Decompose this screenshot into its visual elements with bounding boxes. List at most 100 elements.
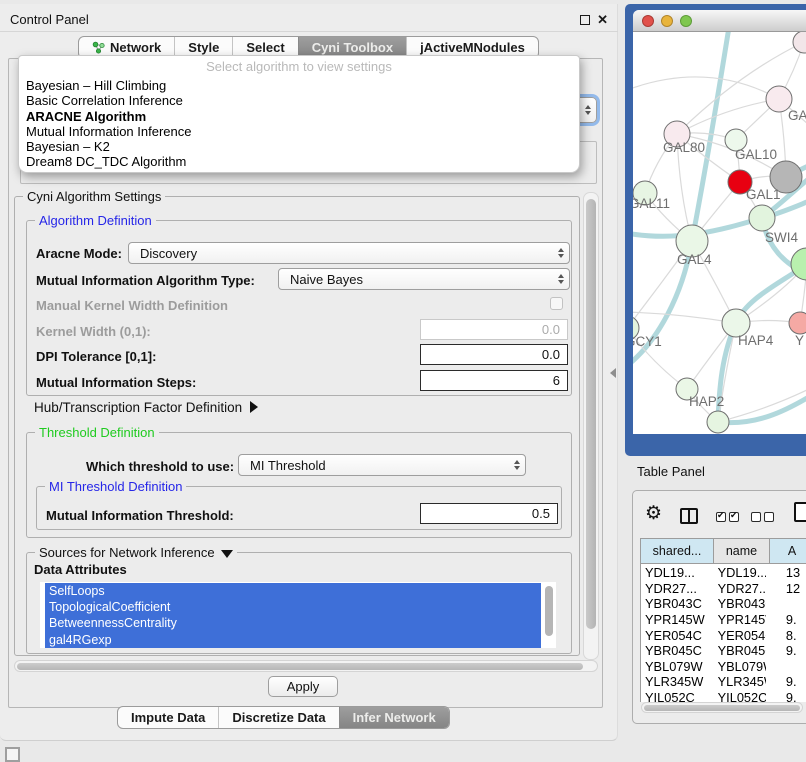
algorithm-options: Bayesian – Hill ClimbingBasic Correlatio… [19, 78, 579, 170]
dpi-tolerance-field[interactable]: 0.0 [420, 344, 568, 365]
table-horizontal-scrollbar-thumb[interactable] [644, 705, 800, 712]
table-row[interactable]: YER054CYER054C8. [641, 627, 806, 643]
network-node[interactable] [793, 32, 806, 53]
algorithm-definition-title: Algorithm Definition [35, 213, 156, 228]
table-row[interactable]: YDL19...YDL19...13 [641, 565, 806, 581]
table-cell[interactable]: 12 [766, 581, 806, 596]
algorithm-option[interactable]: Bayesian – K2 [19, 139, 579, 154]
table-cell[interactable]: 8. [766, 628, 806, 643]
table-horizontal-scrollbar[interactable] [641, 702, 803, 713]
algorithm-option[interactable]: Dream8 DC_TDC Algorithm [19, 154, 579, 169]
network-graph[interactable]: GALGAL80GAL10GAL1GAL11GAL4SWI4HAP4YGCY1H… [633, 32, 806, 434]
unselect-all-checkboxes-icon[interactable] [751, 512, 761, 522]
algorithm-option[interactable]: Mutual Information Inference [19, 124, 579, 139]
close-panel-icon[interactable]: ✕ [597, 14, 608, 26]
zoom-window-icon[interactable] [680, 15, 692, 27]
which-threshold-combobox[interactable]: MI Threshold [238, 454, 526, 476]
mi-steps-field[interactable]: 6 [420, 370, 568, 391]
table-cell[interactable]: YBR043C [712, 596, 766, 611]
collapse-down-icon[interactable] [221, 550, 233, 558]
apply-button[interactable]: Apply [268, 676, 338, 697]
table-cell[interactable]: YPR145W [712, 612, 766, 627]
float-panel-icon[interactable] [580, 15, 590, 25]
table-cell[interactable]: YPR145W [641, 612, 712, 627]
table-cell[interactable]: 9. [766, 674, 806, 689]
tab-impute-data[interactable]: Impute Data [118, 707, 218, 728]
table-row[interactable]: YPR145WYPR145W9. [641, 612, 806, 628]
dock-panel-icon[interactable] [5, 747, 20, 762]
expand-right-icon[interactable] [250, 401, 258, 413]
column-header-a[interactable]: A [770, 539, 806, 564]
network-edge[interactable] [633, 312, 736, 323]
column-header-shared[interactable]: shared... [641, 539, 714, 564]
data-attributes-list[interactable]: SelfLoopsTopologicalCoefficientBetweenne… [40, 582, 556, 648]
data-attribute-item[interactable]: gal4RGexp [45, 632, 541, 648]
settings-horizontal-scrollbar[interactable] [14, 660, 598, 672]
table-row[interactable]: YDR27...YDR27...12 [641, 581, 806, 597]
select-all-checkboxes-icon[interactable] [729, 512, 739, 522]
hub-factor-section[interactable]: Hub/Transcription Factor Definition [34, 400, 258, 415]
document-icon[interactable] [794, 502, 806, 522]
panel-splitter-handle[interactable] [610, 368, 616, 378]
table-cell[interactable]: YER054C [641, 628, 712, 643]
algorithm-option[interactable]: Bayesian – Hill Climbing [19, 78, 579, 93]
network-edge[interactable] [677, 99, 779, 134]
table-cell[interactable]: YBR043C [641, 596, 712, 611]
network-edge[interactable] [633, 77, 779, 99]
network-node[interactable] [707, 411, 729, 433]
table-cell[interactable]: YBL079W [712, 659, 766, 674]
network-node-y[interactable] [789, 312, 806, 334]
column-header-name[interactable]: name [714, 539, 770, 564]
kernel-width-field[interactable]: 0.0 [420, 319, 568, 340]
mi-threshold-definition-title: MI Threshold Definition [45, 479, 186, 494]
close-window-icon[interactable] [642, 15, 654, 27]
table-cell[interactable]: YLR345W [641, 674, 712, 689]
network-canvas[interactable]: GALGAL80GAL10GAL1GAL11GAL4SWI4HAP4YGCY1H… [633, 32, 806, 434]
table-row[interactable]: YBR043CYBR043C [641, 596, 806, 612]
split-columns-icon[interactable] [680, 508, 698, 524]
table-cell[interactable]: YDL19... [712, 565, 766, 580]
minimize-window-icon[interactable] [661, 15, 673, 27]
network-node[interactable] [749, 205, 775, 231]
table-cell[interactable]: YIL052C [712, 690, 766, 702]
table-cell[interactable]: 9. [766, 643, 806, 658]
mi-algorithm-type-combobox[interactable]: Naive Bayes [278, 268, 570, 290]
table-cell[interactable]: YIL052C [641, 690, 712, 702]
table-cell[interactable]: YLR345W [712, 674, 766, 689]
table-cell[interactable]: YBL079W [641, 659, 712, 674]
table-cell[interactable]: YDR27... [641, 581, 712, 596]
data-attribute-item[interactable]: SelfLoops [45, 583, 541, 599]
gear-icon[interactable]: ⚙ [645, 504, 662, 524]
table-cell[interactable]: 9. [766, 612, 806, 627]
data-attribute-item[interactable]: TopologicalCoefficient [45, 599, 541, 615]
manual-kernel-width-checkbox[interactable] [550, 297, 563, 310]
tab-network-label: Network [110, 40, 161, 55]
table-cell[interactable]: YER054C [712, 628, 766, 643]
table-row[interactable]: YIL052CYIL052C9. [641, 690, 806, 702]
table-row[interactable]: YLR345WYLR345W9. [641, 674, 806, 690]
network-node-label: GAL1 [746, 187, 781, 202]
table-cell[interactable]: 9. [766, 690, 806, 702]
tab-discretize-data[interactable]: Discretize Data [218, 707, 338, 728]
tab-infer-network[interactable]: Infer Network [339, 707, 449, 728]
unselect-all-checkboxes-icon[interactable] [764, 512, 774, 522]
network-view-inner-window: GALGAL80GAL10GAL1GAL11GAL4SWI4HAP4YGCY1H… [633, 10, 806, 434]
algorithm-option[interactable]: Basic Correlation Inference [19, 93, 579, 108]
table-cell[interactable]: YBR045C [641, 643, 712, 658]
settings-vertical-scrollbar[interactable] [583, 192, 599, 660]
settings-horizontal-scrollbar-thumb[interactable] [17, 663, 583, 670]
attributes-scrollbar-thumb[interactable] [545, 586, 553, 636]
mi-threshold-field[interactable]: 0.5 [420, 503, 558, 524]
table-cell[interactable]: YDL19... [641, 565, 712, 580]
table-cell[interactable]: YDR27... [712, 581, 766, 596]
data-attribute-item[interactable]: BetweennessCentrality [45, 615, 541, 631]
select-all-checkboxes-icon[interactable] [716, 512, 726, 522]
aracne-mode-combobox[interactable]: Discovery [128, 242, 570, 264]
table-cell[interactable]: 13 [766, 565, 806, 580]
table-row[interactable]: YBR045CYBR045C9. [641, 643, 806, 659]
algorithm-option[interactable]: ARACNE Algorithm [19, 109, 579, 124]
settings-vertical-scrollbar-thumb[interactable] [586, 199, 596, 629]
table-cell[interactable]: YBR045C [712, 643, 766, 658]
table-row[interactable]: YBL079WYBL079W [641, 659, 806, 675]
tab-select-label: Select [246, 40, 284, 55]
